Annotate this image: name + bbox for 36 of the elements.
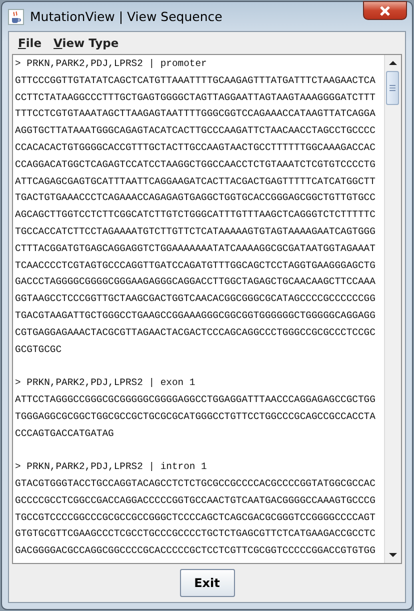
sequence-line: TGACGTAAGATTGCTGGGCCTGAAGCCGGAAAGGGCGGCGGTGGGGGGCTGGGGGCAGGAGG (15, 308, 376, 323)
sequence-line: CCCAGTGACCATGATAG (15, 426, 114, 441)
sequence-line: TGGGAGGCGCGGCTGGCGCCGCTGCGCGCATGGGCCTGTTCCTGGCCCGCAGCCGCCACCTA (15, 410, 376, 424)
scrollbar-thumb[interactable] (386, 71, 399, 105)
sequence-line: TGCCGTCCCCGGCCCGCGCCGCCGGGCTCCCCAGCTCAGCGACGCGGGTCCGGGGCCCCAGT (15, 510, 376, 525)
sequence-line: GGTAAGCCTCCCGGTTGCTAAGCGACTGGTCAACACGGCGGGCGCATAGCCCCGCCCCCCGG (15, 292, 376, 306)
sequence-header: > PRKN,PARK2,PDJ,LPRS2 | exon 1 (15, 376, 196, 390)
sequence-line: GCGTGCGC (15, 342, 62, 357)
window-title: MutationView | View Sequence (30, 9, 222, 24)
sequence-line: CCACACACTGTGGGGCACCGTTTGCTACTTGCCAAGTAACTGCCTTTTTTGGCAAAGACCAC (15, 140, 376, 155)
sequence-line: TGACTGTGAAACCCTCAGAAACCAGAGAGTGAGGCTGGTGCACCGGGAGCGGCTGTTGTGCC (15, 191, 376, 206)
sequence-line: TCAACCCCTCGTAGTGCCCAGGTTGATCCAGATGTTTGGCAGCTCCTAGGTGAAGGGAGCTG (15, 258, 376, 273)
sequence-line: GACGGGGACGCCAGGCGGCCCCGCACCCCCGCTCCTCGTTCGCGGTCCCCCGGACCGTGTGG (15, 544, 376, 558)
sequence-header: > PRKN,PARK2,PDJ,LPRS2 | intron 1 (15, 460, 207, 474)
sequence-line: CCTTCTATAAGGCCCTTTGCTGAGTGGGGCTAGTTAGGAATTAGTAAGTAAAGGGGATCTTT (15, 90, 376, 105)
sequence-line: GTTCCCGGTTGTATATCAGCTCATGTTAAATTTTGCAAGAGTTTATGATTTCTAAGAACTCA (15, 74, 376, 88)
sequence-line: TGCCACCATCTTCCTAGAAAATGTCTTGTTCTCATAAAAAGTGTAGTAAAAGAATCAGTGGG (15, 224, 376, 239)
sequence-line: CCAGGACATGGCTCAGAGTCCATCCTAAGGCTGGCCAACCTCTGTAAATCTCGTGTCCCCTG (15, 158, 376, 172)
menu-item[interactable]: File (12, 34, 48, 52)
sequence-line: ATTCCTAGGGCCGGGCGCGGGGGCGGGGAGGCCTGGAGGATTTAACCCAGGAGAGCCGCTGG (15, 392, 376, 407)
sequence-line: CTTTACGGATGTGAGCAGGAGGTCTGGAAAAAAATATCAAAAGGCGCGATAATGGTAGAAAT (15, 242, 376, 256)
close-button[interactable] (363, 1, 407, 20)
sequence-line: AGGTGCTTATAAATGGGCAGAGTACATCACTTGCCCAAGATTCTAACAACCTAGCCTGCCCC (15, 124, 376, 138)
sequence-header: > PRKN,PARK2,PDJ,LPRS2 | promoter (15, 57, 207, 71)
sequence-line: ATTCAGAGCGAGTGCATTTAATTCAGGAAGATCACTTACGACTGAGTTTTTCATCATGGCTT (15, 174, 376, 189)
menu-item[interactable]: View Type (48, 34, 125, 52)
sequence-line: GACCCTAGGGGCGGGGCGGGAAGAGGGCAGGACCTTGGCTAGAGCTGCAACAAGCTTCCAAA (15, 275, 376, 290)
sequence-line: GTGTGCGTTCGAAGCCCTCGCCTGCCCGCCCCTGCTCTGAGCGTTCTCATGAAGACCGCCTC (15, 527, 376, 542)
sequence-line: GCCCCGCCTCGGCCGACCAGGACCCCCGGTGCCAACTGTCAATGACGGGGCCAAAGTGCCCG (15, 494, 376, 508)
sequence-line: CGTGAGGAGAAACTACGCGTTAGAACTACGACTCCCAGCAGGCCCTGGGCCGCGCCCTCCGC (15, 326, 376, 340)
sequence-line: AGCAGCTTGGTCCTCTTCGGCATCTTGTCTGGGCATTTGTTTAAGCTCAGGGTCTCTTTTTC (15, 208, 376, 222)
exit-button[interactable]: Exit (180, 569, 234, 597)
sequence-line: GTACGTGGGTACCTGCCAGGTACAGCCTCTCTGCGCCGCCCCACGCCCCGGTATGGCGCCAC (15, 476, 376, 491)
sequence-line: TTTCCTCGTGTAAATAGCTTAAGAGTAATTTTGGGCGGTCCAGAAACCATAAGTTATCAGGA (15, 107, 376, 122)
java-cup-icon (8, 8, 24, 24)
close-icon (378, 4, 392, 16)
